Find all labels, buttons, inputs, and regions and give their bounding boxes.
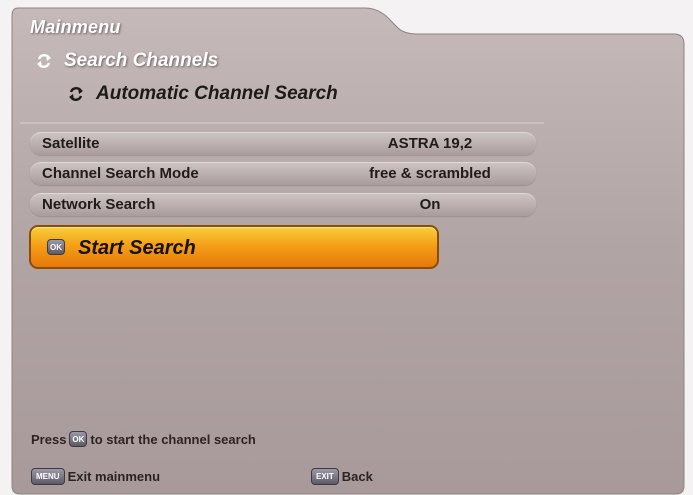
breadcrumb-search-channels: Search Channels [34, 50, 218, 72]
setting-label: Channel Search Mode [42, 165, 199, 182]
exit-mainmenu-button[interactable]: MENU Exit mainmenu [31, 468, 160, 485]
setting-row-satellite[interactable]: Satellite ASTRA 19,2 [30, 132, 536, 155]
setting-value: ASTRA 19,2 [387, 135, 473, 152]
setting-value: On [419, 196, 441, 213]
setting-row-network-search[interactable]: Network Search On [30, 193, 536, 216]
start-search-button[interactable]: OK Start Search [29, 225, 439, 269]
back-label: Back [341, 469, 373, 484]
hint-suffix: to start the channel search [90, 431, 256, 447]
start-search-label: Start Search [78, 237, 196, 259]
exit-key-icon: EXIT [311, 468, 339, 485]
setting-row-channel-search-mode[interactable]: Channel Search Mode free & scrambled [30, 162, 536, 185]
menu-title: Mainmenu [30, 17, 121, 37]
circular-arrow-icon [34, 51, 54, 71]
setting-value: free & scrambled [369, 165, 491, 182]
screen: Mainmenu Search Channels Automatic Chann… [0, 0, 693, 495]
circular-arrow-icon [66, 84, 86, 104]
exit-mainmenu-label: Exit mainmenu [67, 469, 161, 484]
setting-label: Network Search [42, 196, 156, 213]
ok-key-icon: OK [47, 239, 65, 255]
ok-key-icon: OK [69, 431, 88, 447]
breadcrumb-label: Search Channels [64, 50, 219, 71]
back-button[interactable]: EXIT Back [311, 468, 373, 485]
help-hint: Press OK to start the channel search [31, 431, 256, 447]
breadcrumb-automatic-channel-search: Automatic Channel Search [66, 83, 338, 105]
menu-key-icon: MENU [31, 468, 65, 485]
hint-prefix: Press [31, 431, 67, 447]
page-title: Automatic Channel Search [96, 83, 338, 104]
setting-label: Satellite [42, 135, 100, 152]
